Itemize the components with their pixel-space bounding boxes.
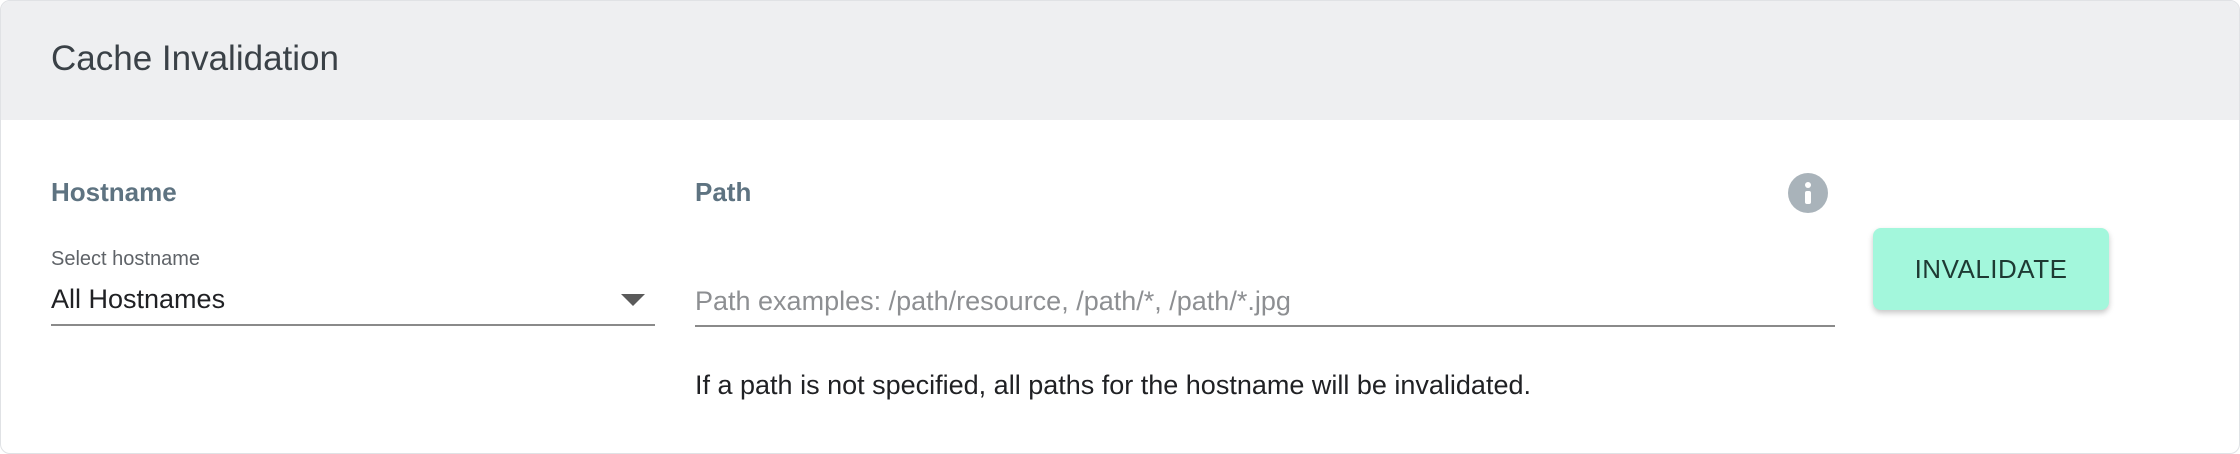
info-icon[interactable] (1788, 173, 1828, 213)
info-icon-bar (1805, 191, 1811, 204)
hostname-select[interactable]: Select hostname All Hostnames (51, 246, 655, 326)
path-helper-text: If a path is not specified, all paths fo… (695, 370, 1531, 400)
hostname-label: Hostname (51, 177, 177, 207)
hostname-select-caption: Select hostname (51, 248, 200, 270)
cache-invalidation-card: Cache Invalidation Hostname Path Select … (0, 0, 2240, 454)
card-header: Cache Invalidation (1, 1, 2239, 120)
chevron-down-icon (621, 294, 645, 306)
page-title: Cache Invalidation (51, 39, 339, 78)
hostname-select-value: All Hostnames (51, 284, 226, 314)
path-label: Path (695, 177, 752, 207)
invalidate-button[interactable]: INVALIDATE (1873, 228, 2109, 310)
info-icon-dot (1805, 182, 1811, 188)
path-input[interactable] (695, 277, 1835, 327)
